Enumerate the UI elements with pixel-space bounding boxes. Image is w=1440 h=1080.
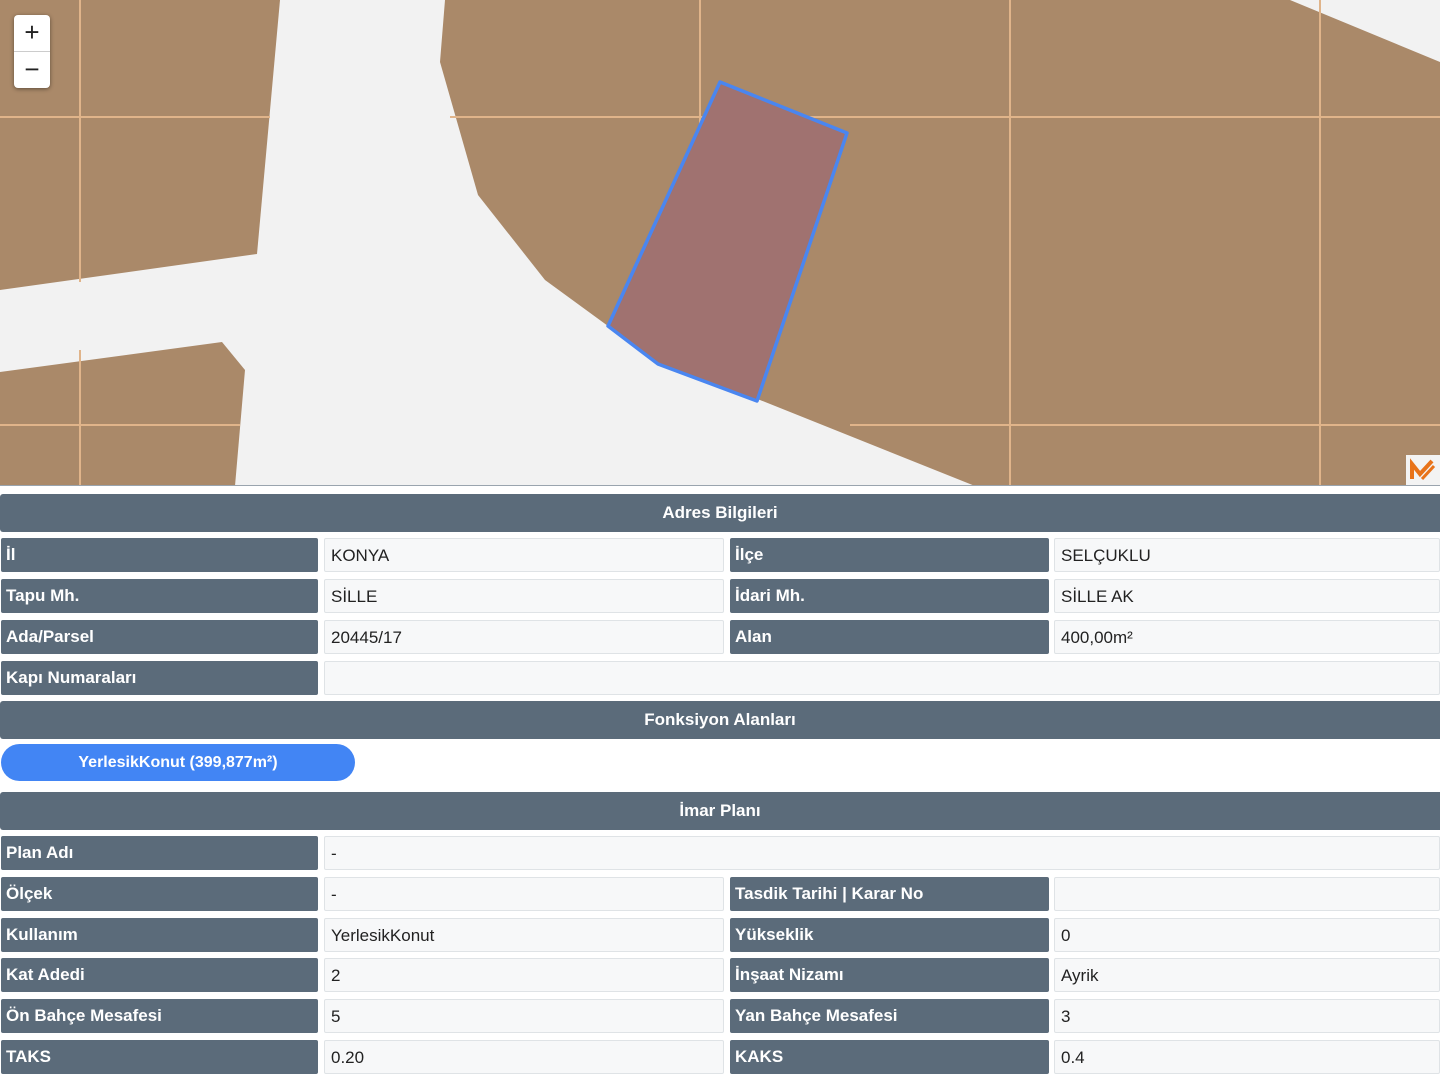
kapi-label: Kapı Numaraları [1, 661, 318, 695]
tapu-value: SİLLE [324, 579, 724, 613]
ilce-label: İlçe [730, 538, 1049, 572]
kullanim-value: YerlesikKonut [324, 918, 724, 952]
idari-label: İdari Mh. [730, 579, 1049, 613]
kat-adedi-value: 2 [324, 958, 724, 992]
address-section-header: Adres Bilgileri [0, 494, 1440, 532]
zoom-control: + − [14, 15, 50, 88]
kaks-label: KAKS [730, 1040, 1049, 1074]
il-label: İl [1, 538, 318, 572]
function-area-pill[interactable]: YerlesikKonut (399,877m²) [1, 744, 355, 781]
ada-parsel-label: Ada/Parsel [1, 620, 318, 654]
zoom-out-button[interactable]: − [14, 51, 50, 88]
ilce-value: SELÇUKLU [1054, 538, 1440, 572]
taks-value: 0.20 [324, 1040, 724, 1074]
map-view[interactable]: + − [0, 0, 1440, 486]
plan-adi-value: - [324, 836, 1440, 870]
il-value: KONYA [324, 538, 724, 572]
tasdik-label: Tasdik Tarihi | Karar No [730, 877, 1049, 911]
zoning-section-header: İmar Planı [0, 792, 1440, 830]
function-section-header: Fonksiyon Alanları [0, 701, 1440, 739]
tapu-label: Tapu Mh. [1, 579, 318, 613]
yan-bahce-value: 3 [1054, 999, 1440, 1033]
yukseklik-value: 0 [1054, 918, 1440, 952]
zoom-in-button[interactable]: + [14, 15, 50, 51]
alan-label: Alan [730, 620, 1049, 654]
alan-value: 400,00m² [1054, 620, 1440, 654]
kapi-value [324, 661, 1440, 695]
idari-value: SİLLE AK [1054, 579, 1440, 613]
olcek-value: - [324, 877, 724, 911]
tasdik-value [1054, 877, 1440, 911]
yan-bahce-label: Yan Bahçe Mesafesi [730, 999, 1049, 1033]
kullanim-label: Kullanım [1, 918, 318, 952]
kaks-value: 0.4 [1054, 1040, 1440, 1074]
insaat-nizami-label: İnşaat Nizamı [730, 958, 1049, 992]
on-bahce-label: Ön Bahçe Mesafesi [1, 999, 318, 1033]
map-canvas[interactable] [0, 0, 1440, 486]
map-logo[interactable] [1406, 455, 1440, 485]
kat-adedi-label: Kat Adedi [1, 958, 318, 992]
on-bahce-value: 5 [324, 999, 724, 1033]
logo-icon [1410, 458, 1436, 481]
ada-parsel-value: 20445/17 [324, 620, 724, 654]
yukseklik-label: Yükseklik [730, 918, 1049, 952]
taks-label: TAKS [1, 1040, 318, 1074]
insaat-nizami-value: Ayrik [1054, 958, 1440, 992]
plan-adi-label: Plan Adı [1, 836, 318, 870]
olcek-label: Ölçek [1, 877, 318, 911]
